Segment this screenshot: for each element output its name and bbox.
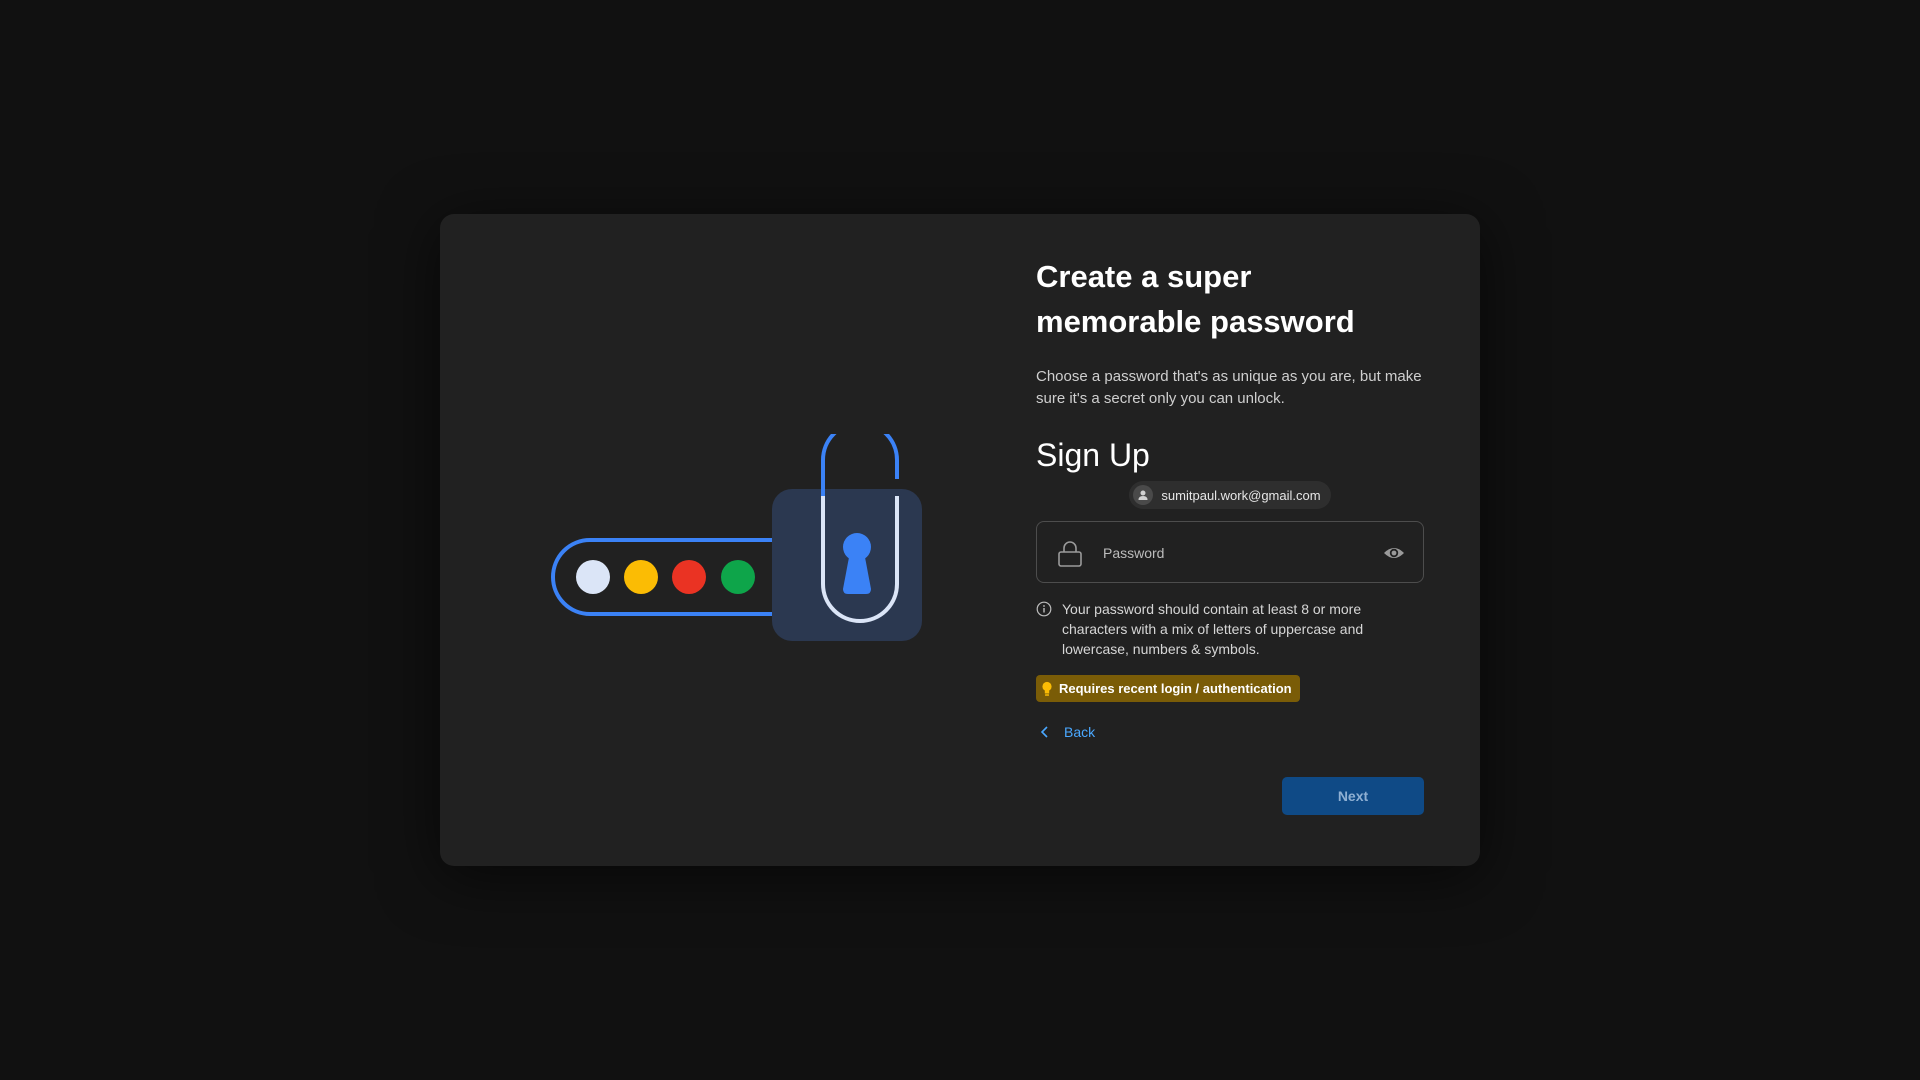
lightbulb-icon: [1042, 681, 1052, 696]
chevron-left-icon: [1040, 726, 1048, 738]
password-dot-1: [576, 560, 610, 594]
password-hint-text: Your password should contain at least 8 …: [1062, 601, 1364, 657]
eye-icon[interactable]: [1383, 544, 1405, 562]
next-button[interactable]: Next: [1282, 777, 1424, 815]
info-icon: [1036, 601, 1052, 617]
padlock-shackle: [821, 434, 899, 496]
password-input[interactable]: [1101, 522, 1375, 584]
signup-content: Create a super memorable password Choose…: [1036, 254, 1424, 743]
page-title: Create a super memorable password: [1036, 259, 1355, 339]
password-hint: Your password should contain at least 8 …: [1036, 599, 1424, 659]
account-email-chip[interactable]: sumitpaul.work@gmail.com: [1129, 481, 1331, 509]
password-dot-2: [624, 560, 658, 594]
page-subtitle: Choose a password that's as unique as yo…: [1036, 368, 1422, 407]
email-row: sumitpaul.work@gmail.com: [1036, 481, 1424, 509]
auth-required-text: Requires recent login / authentication: [1059, 681, 1292, 696]
auth-required-badge: Requires recent login / authentication: [1036, 675, 1300, 702]
back-link[interactable]: Back: [1036, 724, 1095, 740]
password-dot-4: [721, 560, 755, 594]
form-heading: Sign Up: [1036, 437, 1150, 473]
user-icon: [1133, 485, 1154, 505]
signup-card: Create a super memorable password Choose…: [440, 214, 1480, 866]
back-label: Back: [1064, 724, 1096, 740]
lock-icon: [1058, 541, 1082, 567]
password-field[interactable]: [1036, 521, 1424, 584]
password-lock-illustration: [551, 434, 922, 641]
password-dot-3: [672, 560, 706, 594]
account-email: sumitpaul.work@gmail.com: [1161, 487, 1321, 503]
